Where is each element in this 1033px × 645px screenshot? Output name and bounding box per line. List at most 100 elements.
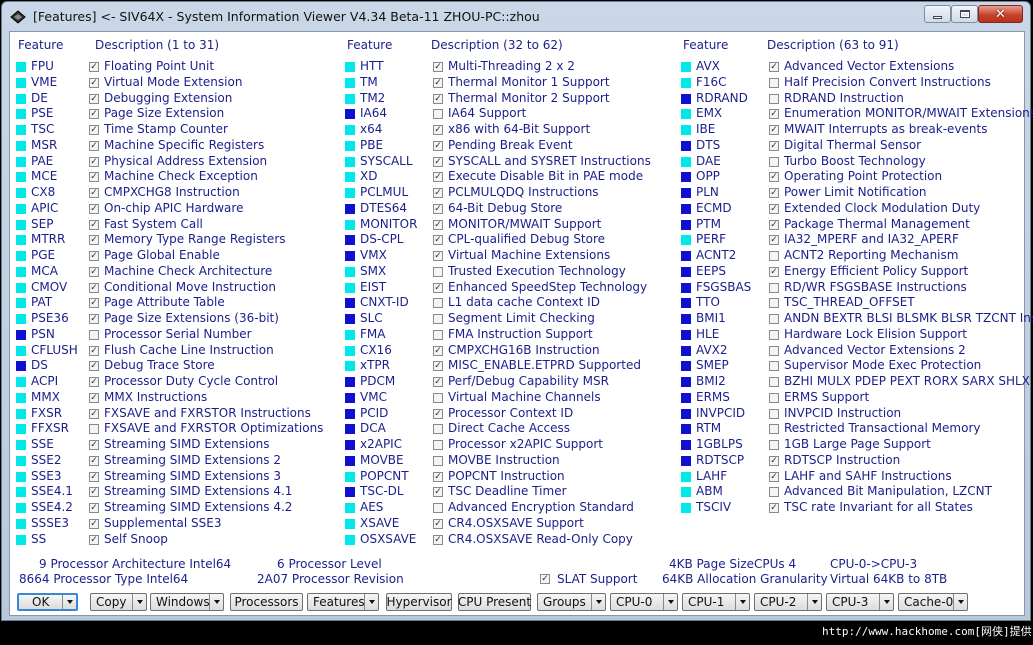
- chevron-down-icon[interactable]: [591, 594, 605, 610]
- hypervisor-button[interactable]: Hypervisor: [386, 593, 452, 611]
- feature-checkbox[interactable]: ✓: [89, 314, 99, 324]
- feature-checkbox[interactable]: ✓: [89, 188, 99, 198]
- feature-checkbox[interactable]: ✓: [89, 392, 99, 403]
- feature-checkbox[interactable]: [769, 408, 779, 419]
- feature-checkbox[interactable]: [769, 298, 779, 309]
- feature-checkbox[interactable]: [433, 298, 443, 309]
- feature-checkbox[interactable]: [433, 109, 443, 120]
- feature-checkbox[interactable]: [769, 361, 779, 372]
- feature-checkbox[interactable]: [769, 345, 779, 356]
- feature-checkbox[interactable]: ✓: [89, 361, 99, 372]
- feature-checkbox[interactable]: ✓: [89, 125, 99, 135]
- feature-checkbox[interactable]: [89, 329, 99, 340]
- chevron-down-icon[interactable]: [735, 594, 749, 610]
- feature-checkbox[interactable]: [769, 329, 779, 340]
- feature-checkbox[interactable]: [769, 156, 779, 167]
- feature-checkbox[interactable]: ✓: [769, 455, 779, 466]
- ok-button[interactable]: OK: [17, 593, 78, 611]
- feature-checkbox[interactable]: ✓: [769, 172, 779, 183]
- feature-checkbox[interactable]: [433, 266, 443, 277]
- feature-checkbox[interactable]: [433, 455, 443, 466]
- feature-checkbox[interactable]: [769, 424, 779, 435]
- feature-checkbox[interactable]: ✓: [89, 156, 99, 167]
- feature-checkbox[interactable]: ✓: [433, 471, 443, 482]
- feature-checkbox[interactable]: ✓: [433, 125, 443, 135]
- feature-checkbox[interactable]: [769, 314, 779, 324]
- windows-button[interactable]: Windows: [150, 593, 224, 611]
- copy-button[interactable]: Copy: [90, 593, 147, 611]
- feature-checkbox[interactable]: ✓: [769, 266, 779, 277]
- chevron-down-icon[interactable]: [663, 594, 677, 610]
- feature-checkbox[interactable]: ✓: [433, 345, 443, 356]
- groups-button[interactable]: Groups: [537, 593, 606, 611]
- feature-checkbox[interactable]: [433, 503, 443, 513]
- feature-checkbox[interactable]: ✓: [89, 282, 99, 293]
- feature-checkbox[interactable]: [769, 282, 779, 293]
- feature-checkbox[interactable]: [433, 424, 443, 435]
- feature-checkbox[interactable]: ✓: [89, 471, 99, 482]
- feature-checkbox[interactable]: ✓: [433, 172, 443, 183]
- feature-checkbox[interactable]: ✓: [769, 219, 779, 230]
- feature-checkbox[interactable]: ✓: [433, 408, 443, 419]
- feature-checkbox[interactable]: ✓: [769, 235, 779, 246]
- feature-checkbox[interactable]: [769, 487, 779, 498]
- feature-checkbox[interactable]: ✓: [89, 93, 99, 104]
- maximize-button[interactable]: [951, 5, 978, 23]
- feature-checkbox[interactable]: ✓: [769, 125, 779, 135]
- feature-checkbox[interactable]: ✓: [89, 377, 99, 387]
- cpu-3-button[interactable]: CPU-3: [826, 593, 894, 611]
- feature-checkbox[interactable]: [769, 392, 779, 403]
- feature-checkbox[interactable]: ✓: [769, 203, 779, 214]
- feature-checkbox[interactable]: ✓: [433, 62, 443, 72]
- feature-checkbox[interactable]: [769, 77, 779, 88]
- chevron-down-icon[interactable]: [953, 594, 967, 610]
- cpu-0-button[interactable]: CPU-0: [610, 593, 678, 611]
- chevron-down-icon[interactable]: [209, 594, 223, 610]
- feature-checkbox[interactable]: ✓: [89, 487, 99, 498]
- feature-checkbox[interactable]: ✓: [89, 440, 99, 450]
- feature-checkbox[interactable]: ✓: [89, 219, 99, 230]
- feature-checkbox[interactable]: ✓: [89, 251, 99, 261]
- feature-checkbox[interactable]: ✓: [89, 408, 99, 419]
- chevron-down-icon[interactable]: [62, 595, 76, 609]
- feature-checkbox[interactable]: ✓: [89, 172, 99, 183]
- feature-checkbox[interactable]: ✓: [433, 487, 443, 498]
- feature-checkbox[interactable]: ✓: [433, 361, 443, 372]
- feature-checkbox[interactable]: ✓: [89, 235, 99, 246]
- feature-checkbox[interactable]: ✓: [89, 203, 99, 214]
- feature-checkbox[interactable]: ✓: [433, 235, 443, 246]
- feature-checkbox[interactable]: ✓: [769, 471, 779, 482]
- feature-checkbox[interactable]: ✓: [89, 298, 99, 309]
- chevron-down-icon[interactable]: [364, 594, 378, 610]
- feature-checkbox[interactable]: ✓: [433, 251, 443, 261]
- feature-checkbox[interactable]: [89, 424, 99, 435]
- feature-checkbox[interactable]: ✓: [89, 266, 99, 277]
- chevron-down-icon[interactable]: [132, 594, 146, 610]
- feature-checkbox[interactable]: ✓: [433, 140, 443, 151]
- feature-checkbox[interactable]: ✓: [89, 455, 99, 466]
- feature-checkbox[interactable]: ✓: [433, 282, 443, 293]
- feature-checkbox[interactable]: ✓: [89, 518, 99, 529]
- slat-checkbox[interactable]: ✓: [540, 574, 550, 584]
- feature-checkbox[interactable]: ✓: [89, 534, 99, 545]
- feature-checkbox[interactable]: [433, 329, 443, 340]
- feature-checkbox[interactable]: ✓: [433, 77, 443, 88]
- features-button[interactable]: Features: [307, 593, 379, 611]
- feature-checkbox[interactable]: ✓: [433, 156, 443, 167]
- feature-checkbox[interactable]: [769, 93, 779, 104]
- feature-checkbox[interactable]: ✓: [89, 140, 99, 151]
- close-button[interactable]: ✕: [978, 5, 1023, 23]
- feature-checkbox[interactable]: ✓: [769, 62, 779, 72]
- chevron-down-icon[interactable]: [807, 594, 821, 610]
- feature-checkbox[interactable]: ✓: [433, 219, 443, 230]
- title-bar[interactable]: [Features] <- SIV64X - System Informatio…: [2, 2, 1030, 32]
- app-icon[interactable]: [10, 10, 26, 24]
- feature-checkbox[interactable]: ✓: [433, 377, 443, 387]
- feature-checkbox[interactable]: ✓: [433, 534, 443, 545]
- cpu-2-button[interactable]: CPU-2: [754, 593, 822, 611]
- feature-checkbox[interactable]: ✓: [89, 62, 99, 72]
- feature-checkbox[interactable]: [769, 251, 779, 261]
- feature-checkbox[interactable]: ✓: [89, 109, 99, 120]
- feature-checkbox[interactable]: ✓: [769, 503, 779, 513]
- cpu-present-button[interactable]: CPU Present: [458, 593, 531, 611]
